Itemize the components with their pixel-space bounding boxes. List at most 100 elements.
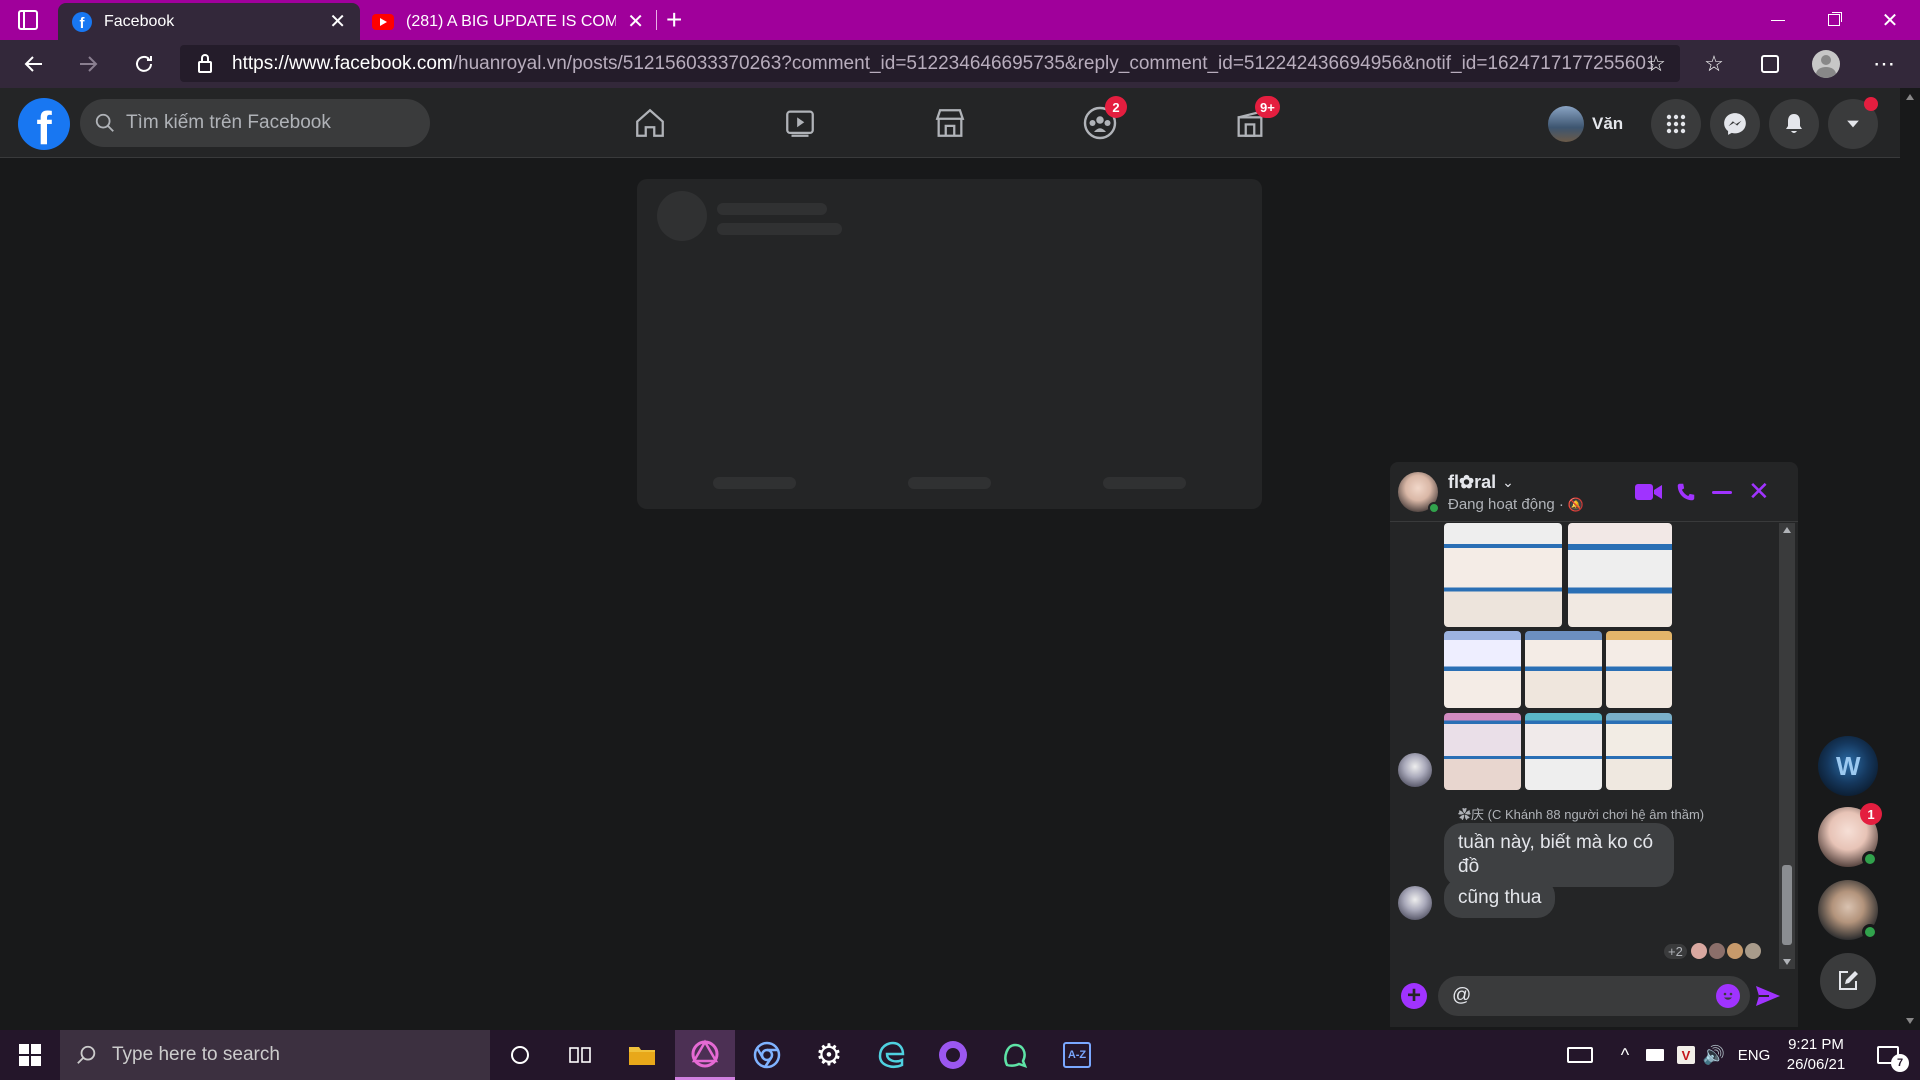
close-chat-icon[interactable]: ✕ — [1748, 476, 1770, 507]
chevron-down-icon[interactable]: ⌄ — [1502, 474, 1514, 491]
skeleton-action — [908, 477, 991, 489]
close-tab-icon[interactable]: ✕ — [627, 9, 644, 34]
clock-time: 9:21 PM — [1788, 1036, 1844, 1053]
keyboard-icon[interactable] — [1562, 1030, 1598, 1080]
add-favorite-icon[interactable]: ☆ — [1640, 48, 1672, 80]
antivirus-icon[interactable]: V — [1672, 1030, 1700, 1080]
shared-image[interactable] — [1525, 713, 1602, 790]
taskbar-search-input[interactable]: Type here to search — [60, 1030, 490, 1080]
skeleton-line — [717, 223, 842, 235]
github-icon[interactable] — [923, 1030, 983, 1080]
restore-icon[interactable] — [1806, 0, 1862, 40]
shared-image[interactable] — [1525, 631, 1602, 708]
minimize-chat-icon[interactable] — [1712, 491, 1732, 494]
task-view-icon[interactable] — [550, 1030, 610, 1080]
emoji-icon[interactable] — [1716, 984, 1740, 1008]
tab-divider — [656, 10, 657, 30]
edge-icon[interactable] — [861, 1030, 921, 1080]
seen-avatar — [1744, 943, 1761, 959]
profile-shortcut[interactable]: Văn — [1548, 102, 1623, 146]
show-hidden-icons-icon[interactable]: ^ — [1612, 1030, 1638, 1080]
browser-app-icon[interactable] — [675, 1030, 735, 1080]
message-bubble[interactable]: cũng thua — [1444, 878, 1556, 918]
skeleton-action — [1103, 477, 1186, 489]
contact-logo-icon: W — [1836, 751, 1861, 781]
forward-icon[interactable] — [72, 48, 104, 80]
chat-status: Đang hoạt động · — [1448, 496, 1564, 513]
address-bar[interactable]: https://www.facebook.com/huanroyal.vn/po… — [180, 45, 1680, 82]
search-input[interactable]: Tìm kiếm trên Facebook — [80, 99, 430, 147]
battery-icon[interactable] — [1640, 1030, 1670, 1080]
shared-image[interactable] — [1444, 523, 1562, 627]
nav-watch-icon[interactable] — [775, 98, 825, 148]
close-window-icon[interactable]: ✕ — [1862, 0, 1918, 40]
seen-by-row[interactable]: +2 — [1664, 941, 1761, 961]
refresh-icon[interactable] — [128, 48, 160, 80]
settings-gear-icon[interactable]: ⚙ — [799, 1030, 859, 1080]
tab-facebook[interactable]: f Facebook ✕ — [58, 3, 360, 40]
send-icon[interactable] — [1755, 984, 1781, 1008]
video-call-icon[interactable] — [1635, 482, 1663, 502]
profile-avatar-icon[interactable] — [1810, 48, 1842, 80]
clock-date: 26/06/21 — [1786, 1056, 1846, 1073]
language-indicator[interactable]: ENG — [1730, 1030, 1778, 1080]
tab-youtube[interactable]: (281) A BIG UPDATE IS COMING ✕ — [362, 3, 652, 40]
add-attachment-icon[interactable]: + — [1401, 983, 1427, 1009]
tab-title: Facebook — [104, 12, 175, 30]
nav-marketplace-icon[interactable] — [925, 98, 975, 148]
chat-header[interactable]: fl✿ral ⌄ Đang hoạt động · 🔕 ✕ — [1390, 462, 1798, 522]
windows-taskbar: Type here to search ⚙ A-Z ^ V 🔊 ENG 9:21… — [0, 1030, 1920, 1080]
message-input-value: @ — [1452, 985, 1472, 1006]
dictionary-app-icon[interactable]: A-Z — [1047, 1030, 1107, 1080]
shared-image[interactable] — [1568, 523, 1672, 627]
facebook-logo-icon[interactable]: f — [18, 98, 70, 150]
contact-unread-badge: 1 — [1860, 803, 1882, 825]
tab-actions-icon[interactable] — [18, 10, 38, 30]
clock[interactable]: 9:21 PM 26/06/21 — [1780, 1030, 1852, 1080]
chrome-icon[interactable] — [737, 1030, 797, 1080]
more-options-icon[interactable]: ⋯ — [1868, 48, 1900, 80]
tab-title: (281) A BIG UPDATE IS COMING — [406, 12, 616, 30]
new-tab-icon[interactable]: + — [666, 4, 682, 36]
online-dot — [1862, 851, 1878, 867]
seen-avatar — [1726, 943, 1743, 959]
windows-start-icon[interactable] — [0, 1030, 60, 1080]
shared-image[interactable] — [1444, 713, 1521, 790]
page-scrollbar[interactable] — [1900, 88, 1920, 1030]
nav-home-icon[interactable] — [625, 98, 675, 148]
groups-badge: 2 — [1105, 96, 1127, 118]
notifications-bell-icon[interactable] — [1769, 99, 1819, 149]
voice-call-icon[interactable] — [1675, 481, 1697, 503]
close-tab-icon[interactable]: ✕ — [329, 9, 346, 34]
message-input[interactable]: @ — [1438, 976, 1750, 1016]
nav-gaming-icon[interactable]: 9+ — [1225, 96, 1280, 148]
messenger-icon[interactable] — [1710, 99, 1760, 149]
contact-avatar[interactable]: W — [1818, 736, 1878, 796]
sender-avatar — [1398, 753, 1432, 787]
menu-grid-icon[interactable] — [1651, 99, 1701, 149]
back-icon[interactable] — [18, 48, 50, 80]
cortana-icon[interactable] — [490, 1030, 550, 1080]
chat-scrollbar[interactable] — [1779, 523, 1795, 969]
minimize-icon[interactable] — [1750, 0, 1806, 40]
collections-icon[interactable] — [1754, 48, 1786, 80]
post-loading-placeholder — [637, 179, 1262, 509]
lock-icon[interactable] — [198, 53, 212, 73]
message-list[interactable]: ✿庆 (C Khánh 88 người chơi hệ âm thầm) tu… — [1390, 523, 1780, 969]
volume-icon[interactable]: 🔊 — [1700, 1030, 1728, 1080]
app-icon[interactable] — [985, 1030, 1045, 1080]
favorites-icon[interactable]: ☆ — [1698, 48, 1730, 80]
contact-avatar[interactable] — [1818, 880, 1878, 940]
account-menu-icon[interactable] — [1828, 97, 1878, 149]
contact-avatar[interactable]: 1 — [1818, 803, 1882, 867]
new-message-button[interactable] — [1820, 953, 1876, 1009]
taskbar-search-placeholder: Type here to search — [112, 1044, 280, 1065]
shared-image[interactable] — [1444, 631, 1521, 708]
file-explorer-icon[interactable] — [612, 1030, 672, 1080]
nav-groups-icon[interactable]: 2 — [1075, 96, 1127, 148]
shared-image[interactable] — [1606, 713, 1672, 790]
compose-icon — [1839, 971, 1858, 990]
shared-image[interactable] — [1606, 631, 1672, 708]
action-center-icon[interactable]: 7 — [1864, 1030, 1912, 1080]
seen-extra-count: +2 — [1664, 943, 1687, 959]
